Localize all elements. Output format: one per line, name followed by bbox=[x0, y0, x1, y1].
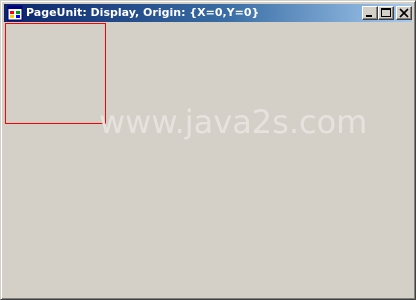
windows-form-icon[interactable] bbox=[7, 5, 23, 21]
window-title: PageUnit: Display, Origin: {X=0,Y=0} bbox=[26, 6, 260, 19]
client-area: www.java2s.com bbox=[5, 23, 413, 297]
title-bar[interactable]: PageUnit: Display, Origin: {X=0,Y=0} bbox=[4, 4, 412, 22]
minimize-icon bbox=[366, 15, 372, 17]
application-window: PageUnit: Display, Origin: {X=0,Y=0} www… bbox=[0, 0, 416, 300]
close-button[interactable] bbox=[396, 6, 412, 20]
watermark-text: www.java2s.com bbox=[99, 103, 368, 141]
maximize-icon bbox=[381, 8, 391, 17]
minimize-button[interactable] bbox=[362, 6, 378, 20]
maximize-button[interactable] bbox=[378, 6, 394, 20]
close-icon bbox=[399, 8, 409, 18]
drawn-rectangle bbox=[5, 23, 106, 124]
